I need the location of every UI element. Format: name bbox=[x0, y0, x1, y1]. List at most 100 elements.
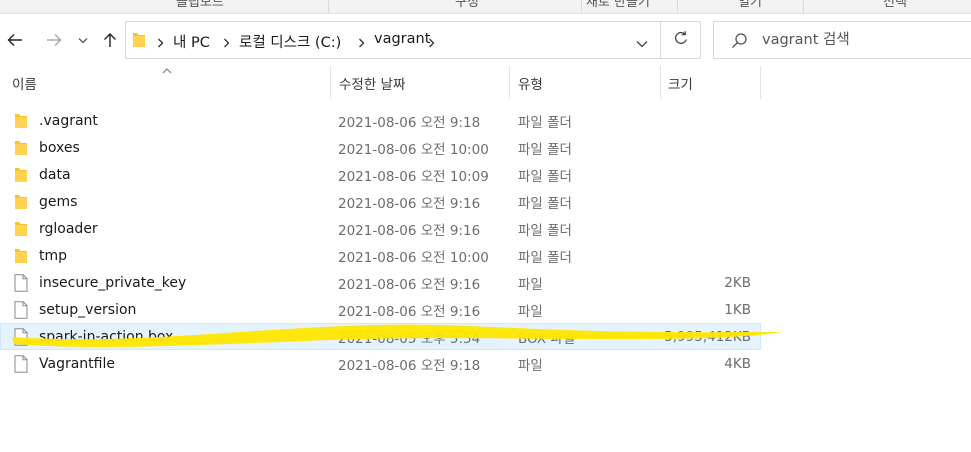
file-icon bbox=[14, 269, 28, 296]
file-row[interactable]: tmp 2021-08-06 오전 10:00 파일 폴더 bbox=[0, 242, 761, 269]
chevron-right-icon[interactable] bbox=[223, 36, 230, 52]
file-name[interactable]: insecure_private_key bbox=[39, 269, 186, 296]
file-modified-date: 2021-08-06 오전 10:09 bbox=[338, 168, 489, 185]
file-size bbox=[661, 242, 751, 269]
ribbon-group-new[interactable]: 새로 만들기 bbox=[586, 0, 650, 10]
file-modified-date: 2021-08-06 오전 9:18 bbox=[338, 357, 481, 374]
file-list: .vagrant 2021-08-06 오전 9:18 파일 폴더 boxes 2021… bbox=[0, 107, 761, 377]
file-name[interactable]: data bbox=[39, 161, 71, 188]
file-size bbox=[661, 134, 751, 161]
file-type: 파일 폴더 bbox=[518, 114, 572, 131]
ribbon-divider bbox=[581, 0, 582, 13]
arrow-right-icon bbox=[46, 33, 62, 47]
folder-icon bbox=[14, 161, 28, 188]
file-modified-date: 2021-08-06 오전 9:16 bbox=[338, 222, 481, 239]
address-history-dropdown[interactable] bbox=[636, 36, 648, 52]
breadcrumb-local-disk[interactable]: 로컬 디스크 (C:) bbox=[239, 31, 341, 52]
file-row[interactable]: gems 2021-08-06 오전 9:16 파일 폴더 bbox=[0, 188, 761, 215]
file-row[interactable]: boxes 2021-08-06 오전 10:00 파일 폴더 bbox=[0, 134, 761, 161]
file-name[interactable]: gems bbox=[39, 188, 77, 215]
chevron-down-icon bbox=[636, 36, 648, 52]
file-name[interactable]: setup_version bbox=[39, 296, 136, 323]
file-modified-date: 2021-08-06 오전 9:16 bbox=[338, 195, 481, 212]
folder-icon bbox=[132, 32, 146, 52]
file-size bbox=[661, 215, 751, 242]
file-modified-date: 2021-08-06 오전 10:00 bbox=[338, 249, 489, 266]
file-name[interactable]: .vagrant bbox=[39, 107, 98, 134]
up-button[interactable] bbox=[100, 28, 120, 52]
file-row[interactable]: insecure_private_key 2021-08-06 오전 9:16 파일… bbox=[0, 269, 761, 296]
file-size: 1KB bbox=[724, 301, 751, 318]
ribbon-group-clipboard[interactable]: 클립보드 bbox=[176, 0, 224, 10]
file-row[interactable]: .vagrant 2021-08-06 오전 9:18 파일 폴더 bbox=[0, 107, 761, 134]
file-name[interactable]: boxes bbox=[39, 134, 80, 161]
file-modified-date: 2021-08-06 오전 10:00 bbox=[338, 141, 489, 158]
refresh-button[interactable] bbox=[661, 21, 701, 59]
navigation-bar: 내 PC 로컬 디스크 (C:) vagrant bbox=[0, 14, 971, 66]
file-type: 파일 폴더 bbox=[518, 141, 572, 158]
file-row[interactable]: setup_version 2021-08-06 오전 9:16 파일 1KB bbox=[0, 296, 761, 323]
breadcrumb-vagrant[interactable]: vagrant bbox=[374, 31, 430, 47]
file-name[interactable]: rgloader bbox=[39, 215, 98, 242]
ribbon-group-organize[interactable]: 구성 bbox=[455, 0, 479, 10]
forward-button[interactable] bbox=[43, 28, 65, 52]
file-type: 파일 폴더 bbox=[518, 249, 572, 266]
file-size bbox=[661, 107, 751, 134]
column-header-label: 유형 bbox=[518, 76, 543, 93]
folder-icon bbox=[14, 188, 28, 215]
column-header-name[interactable]: 이름 bbox=[0, 66, 330, 99]
search-icon bbox=[731, 32, 748, 53]
ribbon-group-open[interactable]: 열기 bbox=[738, 0, 762, 10]
file-size: 5,995,412KB bbox=[664, 328, 751, 345]
ribbon-group-select[interactable]: 선택 bbox=[883, 0, 907, 10]
column-resize-handle[interactable] bbox=[760, 66, 761, 99]
column-headers: 이름 수정한 날짜 유형 크기 bbox=[0, 66, 761, 99]
file-size: 4KB bbox=[724, 355, 751, 372]
file-row[interactable]: data 2021-08-06 오전 10:09 파일 폴더 bbox=[0, 161, 761, 188]
breadcrumb-this-pc[interactable]: 내 PC bbox=[173, 31, 210, 52]
file-icon bbox=[14, 350, 28, 377]
file-modified-date: 2021-08-05 오후 5:54 bbox=[338, 330, 481, 347]
file-name[interactable]: Vagrantfile bbox=[39, 350, 115, 377]
arrow-left-icon bbox=[7, 33, 23, 47]
ribbon-divider bbox=[677, 0, 678, 13]
back-button[interactable] bbox=[4, 28, 26, 52]
chevron-down-icon bbox=[78, 37, 88, 44]
file-type: BOX 파일 bbox=[518, 330, 576, 347]
chevron-right-icon[interactable] bbox=[358, 36, 365, 52]
file-type: 파일 bbox=[518, 276, 543, 293]
file-type: 파일 bbox=[518, 357, 543, 374]
file-icon bbox=[14, 296, 28, 323]
column-header-label: 이름 bbox=[12, 76, 37, 93]
arrow-up-icon bbox=[103, 32, 117, 48]
file-name[interactable]: tmp bbox=[39, 242, 67, 269]
chevron-right-icon[interactable] bbox=[428, 36, 435, 52]
file-modified-date: 2021-08-06 오전 9:16 bbox=[338, 276, 481, 293]
file-modified-date: 2021-08-06 오전 9:16 bbox=[338, 303, 481, 320]
address-bar[interactable]: 내 PC 로컬 디스크 (C:) vagrant bbox=[125, 21, 661, 59]
ribbon: 클립보드 구성 새로 만들기 열기 선택 bbox=[0, 0, 971, 14]
recent-locations-button[interactable] bbox=[75, 28, 91, 52]
chevron-right-icon[interactable] bbox=[157, 36, 164, 52]
file-row[interactable]: spark-in-action.box 2021-08-05 오후 5:54 BOX… bbox=[0, 323, 761, 350]
file-type: 파일 bbox=[518, 303, 543, 320]
column-header-size[interactable]: 크기 bbox=[661, 66, 760, 99]
search-box[interactable] bbox=[713, 21, 971, 59]
file-type: 파일 폴더 bbox=[518, 168, 572, 185]
column-header-date[interactable]: 수정한 날짜 bbox=[331, 66, 509, 99]
column-header-type[interactable]: 유형 bbox=[510, 66, 660, 99]
file-size bbox=[661, 188, 751, 215]
search-input[interactable] bbox=[762, 29, 962, 51]
file-type: 파일 폴더 bbox=[518, 195, 572, 212]
file-row[interactable]: Vagrantfile 2021-08-06 오전 9:18 파일 4KB bbox=[0, 350, 761, 377]
file-name[interactable]: spark-in-action.box bbox=[39, 323, 173, 350]
file-size bbox=[661, 161, 751, 188]
refresh-icon bbox=[673, 30, 689, 50]
folder-icon bbox=[14, 134, 28, 161]
folder-icon bbox=[14, 215, 28, 242]
file-type: 파일 폴더 bbox=[518, 222, 572, 239]
file-icon bbox=[14, 323, 28, 350]
column-header-label: 수정한 날짜 bbox=[339, 76, 406, 93]
file-row[interactable]: rgloader 2021-08-06 오전 9:16 파일 폴더 bbox=[0, 215, 761, 242]
folder-icon bbox=[14, 107, 28, 134]
